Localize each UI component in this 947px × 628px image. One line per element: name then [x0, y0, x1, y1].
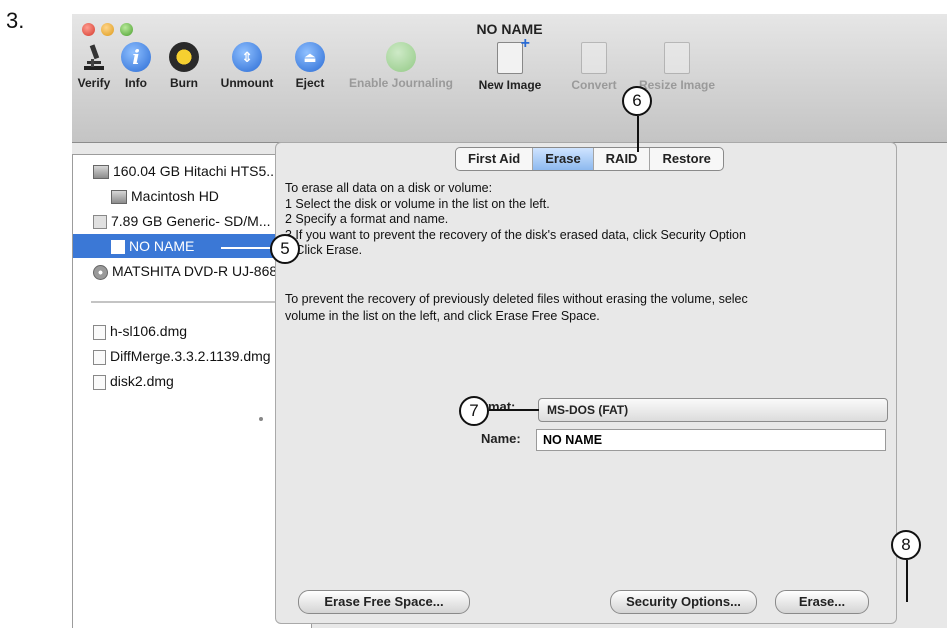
toolbar-label: Unmount: [220, 76, 274, 90]
toolbar-label: Convert: [571, 78, 617, 92]
security-options-button[interactable]: Security Options...: [610, 590, 757, 614]
tab-restore[interactable]: Restore: [650, 148, 722, 170]
convert-button[interactable]: Convert: [566, 42, 622, 92]
free-space-note: To prevent the recovery of previously de…: [285, 291, 748, 325]
splitter-handle[interactable]: [259, 417, 263, 421]
disk-image-icon: [93, 349, 106, 365]
name-label: Name:: [481, 431, 521, 446]
instruction-line: To erase all data on a disk or volume:: [285, 181, 493, 195]
dvd-icon: [93, 264, 108, 280]
erase-button[interactable]: Erase...: [775, 590, 869, 614]
toolbar-label: Resize Image: [638, 78, 716, 92]
format-select[interactable]: MS-DOS (FAT): [538, 398, 888, 422]
tab-bar: First Aid Erase RAID Restore: [455, 147, 724, 171]
resize-image-icon: [664, 42, 690, 74]
note-line: To prevent the recovery of previously de…: [285, 292, 748, 306]
instruction-line: 1 Select the disk or volume in the list …: [285, 196, 550, 211]
sidebar-item-label: Macintosh HD: [131, 188, 219, 204]
callout-5: 5: [270, 234, 300, 264]
sidebar-item-label: h-sl106.dmg: [110, 323, 188, 339]
toolbar-label: Verify: [77, 76, 111, 90]
sidebar-item-label: NO NAME: [129, 238, 195, 254]
convert-icon: [581, 42, 607, 74]
sidebar-divider: [91, 301, 291, 303]
burn-icon: [169, 42, 199, 72]
info-button[interactable]: i Info: [118, 42, 154, 90]
eject-icon: ⏏: [295, 42, 325, 72]
sidebar-item-label: 160.04 GB Hitachi HTS5...: [113, 163, 278, 179]
enable-journaling-button[interactable]: Enable Journaling: [336, 42, 466, 90]
volume-icon: [111, 190, 127, 205]
note-line: volume in the list on the left, and clic…: [285, 309, 600, 323]
burn-button[interactable]: Burn: [164, 42, 204, 90]
sidebar-item-label: 7.89 GB Generic- SD/M...: [111, 213, 271, 229]
unmount-icon: ⇕: [232, 42, 262, 72]
toolbar-label: Burn: [170, 76, 198, 90]
erase-free-space-button[interactable]: Erase Free Space...: [298, 590, 470, 614]
tab-erase[interactable]: Erase: [533, 148, 594, 170]
verify-button[interactable]: Verify: [76, 42, 112, 90]
sidebar-item-label: DiffMerge.3.3.2.1139.dmg: [110, 348, 271, 364]
erase-instructions: To erase all data on a disk or volume: 1…: [285, 181, 746, 259]
microscope-icon: [84, 44, 104, 70]
instruction-line: 3 If you want to prevent the recovery of…: [285, 227, 746, 242]
hard-disk-icon: [93, 165, 109, 180]
new-image-icon: +: [497, 35, 530, 74]
callout-6: 6: [622, 86, 652, 116]
volume-icon: [111, 240, 125, 255]
toolbar-label: Enable Journaling: [348, 76, 453, 90]
callout-7: 7: [459, 396, 489, 426]
new-image-button[interactable]: + New Image: [472, 35, 548, 92]
toolbar-label: Eject: [295, 76, 325, 90]
disk-image-icon: [93, 324, 106, 340]
sidebar-item-label: MATSHITA DVD-R UJ-868: [112, 263, 278, 279]
window-title: NO NAME: [476, 21, 543, 37]
tab-first-aid[interactable]: First Aid: [456, 148, 534, 170]
eject-button[interactable]: ⏏ Eject: [290, 42, 330, 90]
journaling-icon: [386, 42, 416, 72]
info-icon: i: [121, 42, 151, 72]
toolbar-label: New Image: [478, 78, 542, 92]
sd-card-icon: [93, 215, 107, 230]
name-field[interactable]: [536, 429, 886, 451]
instruction-line: 4 Click Erase.: [285, 243, 363, 257]
disk-image-icon: [93, 374, 106, 390]
resize-image-button[interactable]: Resize Image: [632, 42, 722, 92]
step-number: 3.: [6, 8, 25, 33]
callout-leader-8: [906, 560, 908, 602]
instruction-line: 2 Specify a format and name.: [285, 212, 449, 226]
titlebar-toolbar: NO NAME Verify i Info Burn ⇕ Unmount ⏏ E…: [72, 14, 947, 143]
unmount-button[interactable]: ⇕ Unmount: [212, 42, 282, 90]
callout-leader-6: [637, 116, 639, 152]
toolbar-label: Info: [125, 76, 147, 90]
sidebar-item-label: disk2.dmg: [110, 373, 174, 389]
callout-8: 8: [891, 530, 921, 560]
callout-leader-7: [489, 409, 539, 411]
tab-raid[interactable]: RAID: [594, 148, 651, 170]
callout-leader-5: [221, 247, 270, 249]
